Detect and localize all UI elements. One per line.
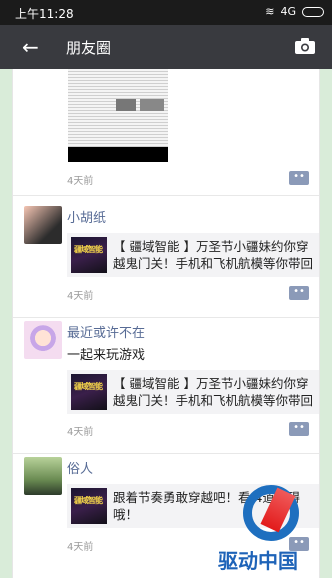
comment-icon[interactable]: ••: [289, 422, 309, 436]
back-arrow-icon[interactable]: ←: [22, 35, 39, 59]
battery-icon: [302, 6, 324, 17]
shared-link-card[interactable]: 疆域智能 【 疆域智能 】万圣节小疆妹约你穿越鬼门关！手机和飞机航模等你带回: [67, 233, 319, 277]
watermark-text: 驱动中国: [218, 549, 298, 573]
status-bar: 上午11:28 ≋ 4G: [0, 0, 332, 25]
avatar[interactable]: [24, 321, 62, 359]
post-time: 4天前: [67, 427, 94, 438]
post-1: 4天前 ••: [13, 69, 319, 196]
post-time: 4天前: [67, 542, 94, 553]
comment-icon[interactable]: ••: [289, 171, 309, 185]
link-thumbnail: 疆域智能: [71, 488, 107, 524]
shared-link-title: 【 疆域智能 】万圣节小疆妹约你穿越鬼门关！手机和飞机航模等你带回: [113, 376, 314, 408]
wifi-icon: ≋: [265, 5, 275, 18]
page-title: 朋友圈: [66, 39, 112, 57]
post-2: 小胡纸 疆域智能 【 疆域智能 】万圣节小疆妹约你穿越鬼门关！手机和飞机航模等你…: [13, 196, 319, 318]
user-name[interactable]: 最近或许不在: [67, 322, 145, 341]
link-thumbnail: 疆域智能: [71, 237, 107, 273]
status-time: 上午11:28: [15, 7, 74, 21]
watermark-logo: 驱动中国: [208, 485, 332, 578]
avatar[interactable]: [24, 457, 62, 495]
shared-link-card[interactable]: 疆域智能 【 疆域智能 】万圣节小疆妹约你穿越鬼门关！手机和飞机航模等你带回: [67, 370, 319, 414]
signal-label: 4G: [280, 5, 296, 18]
status-icons: ≋ 4G: [265, 5, 324, 18]
post-time: 4天前: [67, 176, 94, 187]
post-time: 4天前: [67, 291, 94, 302]
shared-link-title: 【 疆域智能 】万圣节小疆妹约你穿越鬼门关！手机和飞机航模等你带回: [113, 239, 314, 271]
link-thumbnail: 疆域智能: [71, 374, 107, 410]
user-name[interactable]: 俗人: [67, 458, 93, 477]
top-navigation-bar: ← 朋友圈: [0, 25, 332, 69]
post-3: 最近或许不在 一起来玩游戏 疆域智能 【 疆域智能 】万圣节小疆妹约你穿越鬼门关…: [13, 318, 319, 454]
screen: 上午11:28 ≋ 4G ← 朋友圈 4天前 •• 小胡纸 疆域智能 【 疆域智…: [0, 0, 332, 578]
camera-icon[interactable]: [294, 37, 316, 55]
user-name[interactable]: 小胡纸: [67, 207, 106, 226]
comment-icon[interactable]: ••: [289, 286, 309, 300]
post-text: 一起来玩游戏: [67, 348, 146, 363]
avatar[interactable]: [24, 206, 62, 244]
